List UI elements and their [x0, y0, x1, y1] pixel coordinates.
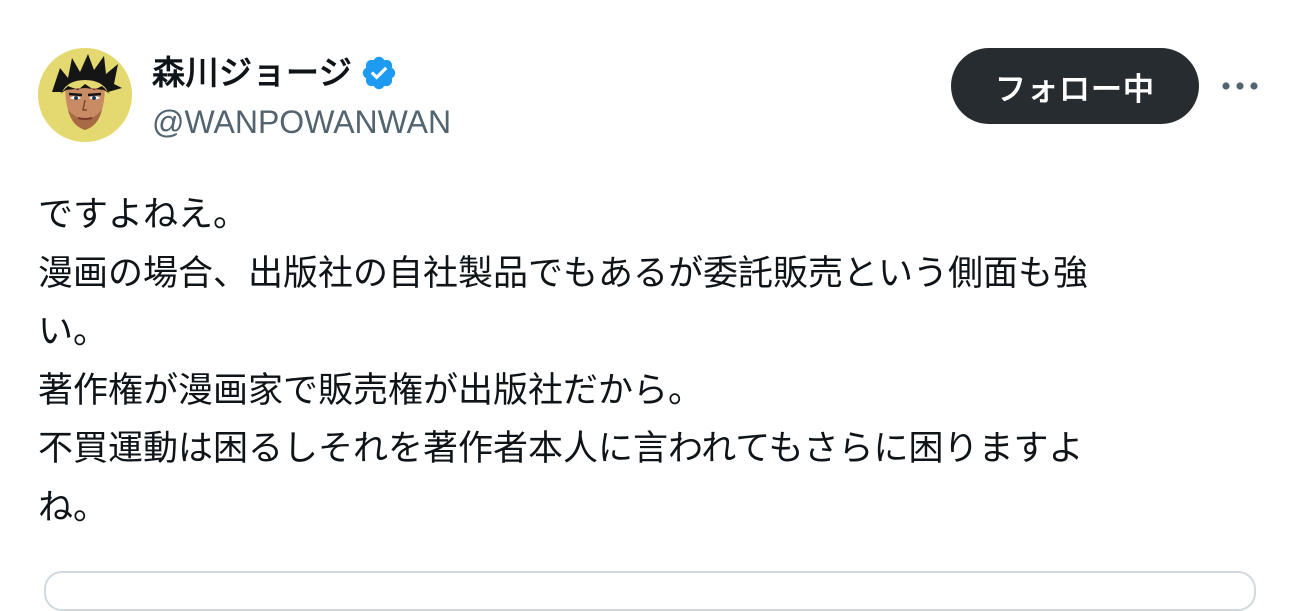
- tweet-line: ね。: [38, 487, 109, 528]
- avatar[interactable]: [38, 48, 132, 142]
- avatar-icon: [38, 48, 132, 142]
- embedded-card-edge[interactable]: [44, 571, 1256, 611]
- tweet-line: ですよねえ。: [38, 195, 249, 235]
- verified-badge-icon: [363, 56, 396, 90]
- display-name[interactable]: 森川ジョージ: [152, 50, 352, 96]
- tweet-header: 森川ジョージ @WANPOWANWAN フォロー中: [38, 46, 1262, 146]
- tweet-line: 著作権が漫画家で販売権が出版社だから。: [38, 370, 704, 411]
- more-horizontal-icon: [1222, 82, 1258, 90]
- tweet-text: ですよねえ。 漫画の場合、出版社の自社製品でもあるが委託販売という側面も強 い。…: [38, 186, 1263, 537]
- user-handle[interactable]: @WANPOWANWAN: [152, 100, 451, 144]
- more-options-button[interactable]: [1218, 68, 1262, 104]
- tweet-line: い。: [38, 312, 109, 352]
- user-info: 森川ジョージ @WANPOWANWAN: [152, 50, 451, 144]
- tweet-line: 漫画の場合、出版社の自社製品でもあるが委託販売という側面も強: [38, 253, 1089, 294]
- following-button[interactable]: フォロー中: [951, 48, 1199, 124]
- name-row: 森川ジョージ: [152, 50, 451, 96]
- tweet-line: 不買運動は困るしそれを著作者本人に言われてもさらに困りますよ: [38, 429, 1084, 469]
